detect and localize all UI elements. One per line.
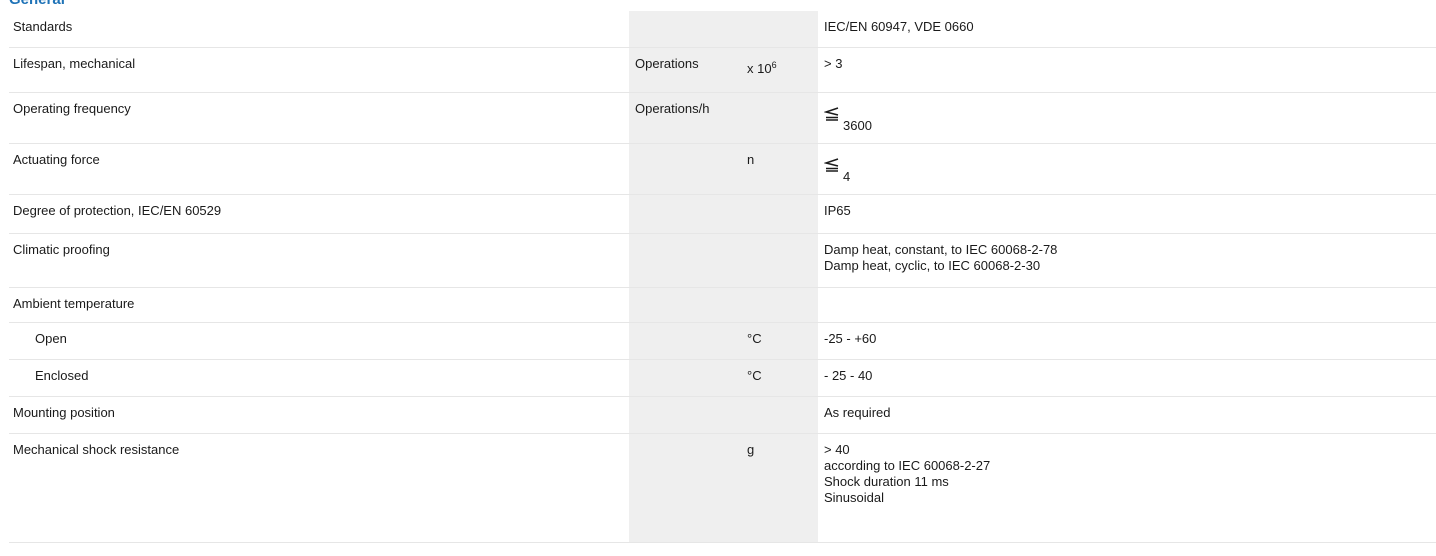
value-cell: IP65 (818, 194, 1436, 234)
row-label: Standards (9, 11, 629, 48)
value-cell: IEC/EN 60947, VDE 0660 (818, 11, 1436, 48)
value-cell: - 25 - 40 (818, 359, 1436, 397)
unit-cell (629, 233, 743, 288)
value-line: Damp heat, constant, to IEC 60068-2-78 (824, 242, 1058, 257)
value-line: Shock duration 11 ms (824, 474, 949, 489)
less-than-or-equal-icon (824, 107, 839, 121)
unit-cell: n (743, 143, 818, 195)
unit-multiplier-cell: x 106 (743, 47, 818, 93)
unit-cell (629, 322, 743, 360)
value-cell (818, 287, 1436, 323)
table-row-frequency: Operating frequency Operations/h 3600 (9, 92, 1436, 144)
multiplier-base: x 10 (747, 61, 772, 76)
multiplier-exponent: 6 (771, 60, 777, 70)
table-row-lifespan: Lifespan, mechanical Operations x 106 > … (9, 47, 1436, 93)
table-row-ambient: Ambient temperature (9, 287, 1436, 323)
unit-cell (629, 11, 743, 48)
unit-cell (743, 233, 818, 288)
unit-cell (743, 92, 818, 144)
less-than-or-equal-icon (824, 158, 839, 172)
value-cell: As required (818, 396, 1436, 434)
table-row-standards: Standards IEC/EN 60947, VDE 0660 (9, 11, 1436, 48)
unit-cell: g (743, 433, 818, 543)
table-row-mounting: Mounting position As required (9, 396, 1436, 434)
value-cell: Damp heat, constant, to IEC 60068-2-78 D… (818, 233, 1436, 288)
row-label: Operating frequency (9, 92, 629, 144)
value-cell: -25 - +60 (818, 322, 1436, 360)
value-line: > 40 (824, 442, 850, 457)
row-label: Degree of protection, IEC/EN 60529 (9, 194, 629, 234)
row-label: Climatic proofing (9, 233, 629, 288)
value-number: 3600 (843, 118, 872, 133)
value-cell: 3600 (818, 92, 1436, 144)
section-title: General (9, 0, 65, 9)
unit-cell (743, 287, 818, 323)
unit-cell (629, 143, 743, 195)
row-label: Mechanical shock resistance (9, 433, 629, 543)
unit-cell: Operations/h (629, 92, 743, 144)
unit-multiplier: x 106 (747, 61, 777, 77)
value-line: according to IEC 60068-2-27 (824, 458, 991, 473)
table-row-shock: Mechanical shock resistance g > 40 accor… (9, 433, 1436, 543)
value-cell: > 40 according to IEC 60068-2-27 Shock d… (818, 433, 1436, 543)
value-cell: > 3 (818, 47, 1436, 93)
spec-table: Standards IEC/EN 60947, VDE 0660 Lifespa… (9, 11, 1436, 543)
unit-cell (629, 433, 743, 543)
value-line: Damp heat, cyclic, to IEC 60068-2-30 (824, 258, 1041, 273)
unit-cell (743, 396, 818, 434)
unit-cell (629, 194, 743, 234)
unit-cell (629, 396, 743, 434)
unit-cell: °C (743, 322, 818, 360)
row-label: Enclosed (9, 359, 629, 397)
unit-cell: Operations (629, 47, 743, 93)
table-row-protection: Degree of protection, IEC/EN 60529 IP65 (9, 194, 1436, 234)
value-cell: 4 (818, 143, 1436, 195)
table-row-enclosed: Enclosed °C - 25 - 40 (9, 359, 1436, 397)
row-label: Mounting position (9, 396, 629, 434)
value-number: 4 (843, 169, 851, 184)
unit-cell (629, 287, 743, 323)
value-line: Sinusoidal (824, 490, 884, 505)
table-row-open: Open °C -25 - +60 (9, 322, 1436, 360)
row-label: Lifespan, mechanical (9, 47, 629, 93)
table-row-climatic: Climatic proofing Damp heat, constant, t… (9, 233, 1436, 288)
unit-cell (629, 359, 743, 397)
unit-cell (743, 194, 818, 234)
row-label: Open (9, 322, 629, 360)
unit-cell: °C (743, 359, 818, 397)
table-row-force: Actuating force n 4 (9, 143, 1436, 195)
unit-cell (743, 11, 818, 48)
row-label: Actuating force (9, 143, 629, 195)
row-label: Ambient temperature (9, 287, 629, 323)
